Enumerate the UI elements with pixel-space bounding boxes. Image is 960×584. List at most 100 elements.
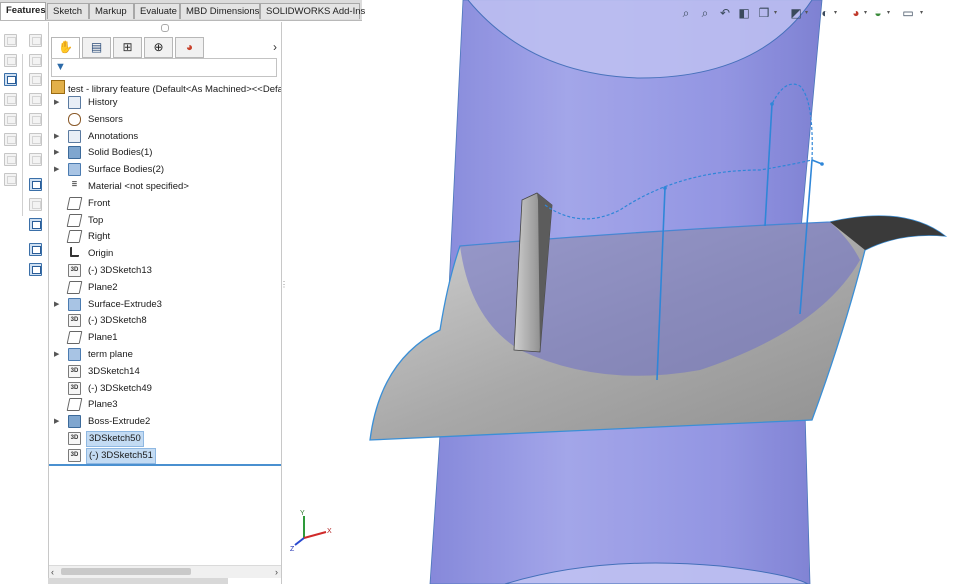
zoom-to-area-icon[interactable]: ⌕ — [697, 5, 713, 21]
horizontal-scrollbar[interactable]: ‹ › — [49, 565, 281, 578]
tab-features[interactable]: Features — [0, 2, 46, 20]
tree-item-label: History — [88, 97, 118, 108]
tab-evaluate[interactable]: Evaluate — [134, 3, 180, 19]
scroll-left-icon[interactable]: ‹ — [51, 566, 54, 578]
expand-arrow-icon[interactable]: ▶ — [54, 95, 59, 111]
model-view[interactable] — [283, 0, 960, 584]
sketch-point — [663, 186, 667, 190]
part-name-label: test - library feature (Default<As Machi… — [68, 84, 281, 95]
tab-sketch[interactable]: Sketch — [47, 3, 89, 19]
3d-sketch-icon: 3D — [68, 381, 81, 395]
expand-arrow-icon[interactable]: ▶ — [54, 129, 59, 145]
expand-arrow-icon[interactable]: ▶ — [54, 145, 59, 161]
left-command-toolbar — [0, 22, 48, 584]
sketch-tool-icon[interactable] — [29, 73, 42, 86]
3d-sketch-icon: 3D — [68, 364, 81, 378]
tree-item-label: Front — [88, 197, 111, 209]
3d-sketch-icon: 3D — [68, 432, 81, 445]
edit-appearance-icon[interactable]: ◕ — [848, 5, 864, 21]
smart-dimension-icon[interactable] — [4, 73, 17, 86]
property-manager-icon: ▤ — [90, 40, 103, 54]
sketch-tool-icon[interactable] — [29, 263, 42, 276]
feature-tree: ▶ History Sensors ▶ Annotations ▶ Solid Bodies… — [49, 95, 281, 465]
rollback-bar[interactable] — [49, 464, 281, 466]
display-style-icon[interactable]: ◩ — [788, 5, 804, 21]
apply-scene-icon[interactable]: ◒ — [870, 5, 886, 21]
sketch-tool-icon[interactable] — [4, 113, 17, 126]
chevron-down-icon[interactable]: ▾ — [920, 9, 923, 16]
expand-arrow-icon[interactable]: ▶ — [54, 297, 59, 313]
sketch-tool-icon[interactable] — [4, 173, 17, 186]
tree-item-label: (-) 3DSketch8 — [88, 315, 147, 327]
configuration-manager-icon: ⊞ — [122, 40, 133, 54]
plane-icon — [66, 331, 83, 345]
toolbar-separator — [22, 54, 23, 216]
sketch-tool-icon[interactable] — [29, 93, 42, 106]
tree-item-label: Plane1 — [88, 332, 118, 344]
triad-x-label: X — [327, 528, 332, 535]
sketch-tool-icon[interactable] — [4, 133, 17, 146]
sketch-point — [820, 162, 824, 166]
sketch-point — [770, 102, 774, 106]
tree-item-label: Top — [88, 214, 104, 226]
expand-arrow-icon[interactable]: ▶ — [54, 414, 59, 430]
3d-sketch-icon: 3D — [68, 264, 81, 277]
tab-display-manager[interactable]: ◕ — [175, 37, 204, 58]
sketch-tool-icon[interactable] — [29, 113, 42, 126]
heads-up-view-toolbar: ⌕ ⌕ ↶ ◧ ❒ ▾ ◩ ▾ ◐ ▾ ◕ ▾ ◒ ▾ ▭ ▾ — [676, 3, 960, 25]
tree-item-label: Origin — [88, 248, 114, 260]
graphics-area[interactable] — [283, 0, 960, 584]
tab-dim-xpert[interactable]: ⊕ — [144, 37, 173, 58]
tree-item-label: Surface Bodies(2) — [88, 164, 165, 176]
scroll-thumb[interactable] — [61, 568, 191, 575]
tree-item-label: Solid Bodies(1) — [88, 147, 153, 159]
plane-icon — [66, 230, 83, 244]
sketch-tool-icon[interactable] — [4, 153, 17, 166]
chevron-down-icon[interactable]: ▾ — [887, 9, 890, 16]
model-tabs-strip[interactable] — [48, 578, 228, 584]
feature-filter-input[interactable]: ▼ — [51, 58, 277, 77]
sketch-tool-icon[interactable] — [29, 153, 42, 166]
sketch-tool-icon[interactable] — [29, 243, 42, 256]
tab-configuration-manager[interactable]: ⊞ — [113, 37, 142, 58]
expand-arrow-icon[interactable]: › — [273, 40, 277, 54]
sketch-tool-icon[interactable] — [29, 198, 42, 211]
triad-y-label: Y — [300, 510, 305, 517]
sketch-tool-icon[interactable] — [29, 54, 42, 67]
display-manager-icon: ◕ — [185, 40, 194, 54]
tree-item-label: Boss-Extrude2 — [88, 416, 151, 428]
chevron-down-icon[interactable]: ▾ — [834, 9, 837, 16]
chevron-down-icon[interactable]: ▾ — [864, 9, 867, 16]
surface-extrude-icon — [68, 348, 81, 361]
sketch-tool-icon[interactable] — [29, 133, 42, 146]
sketch-tool-icon[interactable] — [4, 54, 17, 67]
sketch-tool-icon[interactable] — [29, 34, 42, 47]
panel-grip-icon[interactable] — [161, 24, 169, 32]
view-orientation-icon[interactable]: ❒ — [756, 5, 772, 21]
chevron-down-icon[interactable]: ▾ — [774, 9, 777, 16]
tree-root-part[interactable]: test - library feature (Default<As Machi… — [51, 80, 281, 95]
part-icon — [51, 80, 65, 94]
previous-view-icon[interactable]: ↶ — [717, 5, 733, 21]
filter-icon[interactable]: ▼ — [55, 61, 66, 73]
sketch-tool-icon[interactable] — [4, 93, 17, 106]
view-settings-icon[interactable]: ▭ — [900, 5, 916, 21]
scroll-right-icon[interactable]: › — [275, 566, 278, 578]
tab-property-manager[interactable]: ▤ — [82, 37, 111, 58]
tab-mbd-dimensions[interactable]: MBD Dimensions — [180, 3, 260, 19]
section-view-icon[interactable]: ◧ — [736, 5, 752, 21]
sensors-icon — [68, 112, 81, 126]
zoom-to-fit-icon[interactable]: ⌕ — [678, 5, 694, 21]
chevron-down-icon[interactable]: ▾ — [805, 9, 808, 16]
expand-arrow-icon[interactable]: ▶ — [54, 347, 59, 363]
feature-manager-panel: ✋ ▤ ⊞ ⊕ ◕ › ▼ test - library feature (De… — [48, 22, 282, 584]
sketch-tool-icon[interactable] — [4, 34, 17, 47]
sketch-tool-icon[interactable] — [29, 218, 42, 231]
solid-bodies-icon — [68, 146, 81, 160]
3d-sketch-icon: 3D — [68, 314, 81, 328]
tab-markup[interactable]: Markup — [89, 3, 134, 19]
expand-arrow-icon[interactable]: ▶ — [54, 162, 59, 178]
tab-feature-tree[interactable]: ✋ — [51, 37, 80, 58]
hide-show-items-icon[interactable]: ◐ — [817, 5, 833, 21]
sketch-tool-icon[interactable] — [29, 178, 42, 191]
